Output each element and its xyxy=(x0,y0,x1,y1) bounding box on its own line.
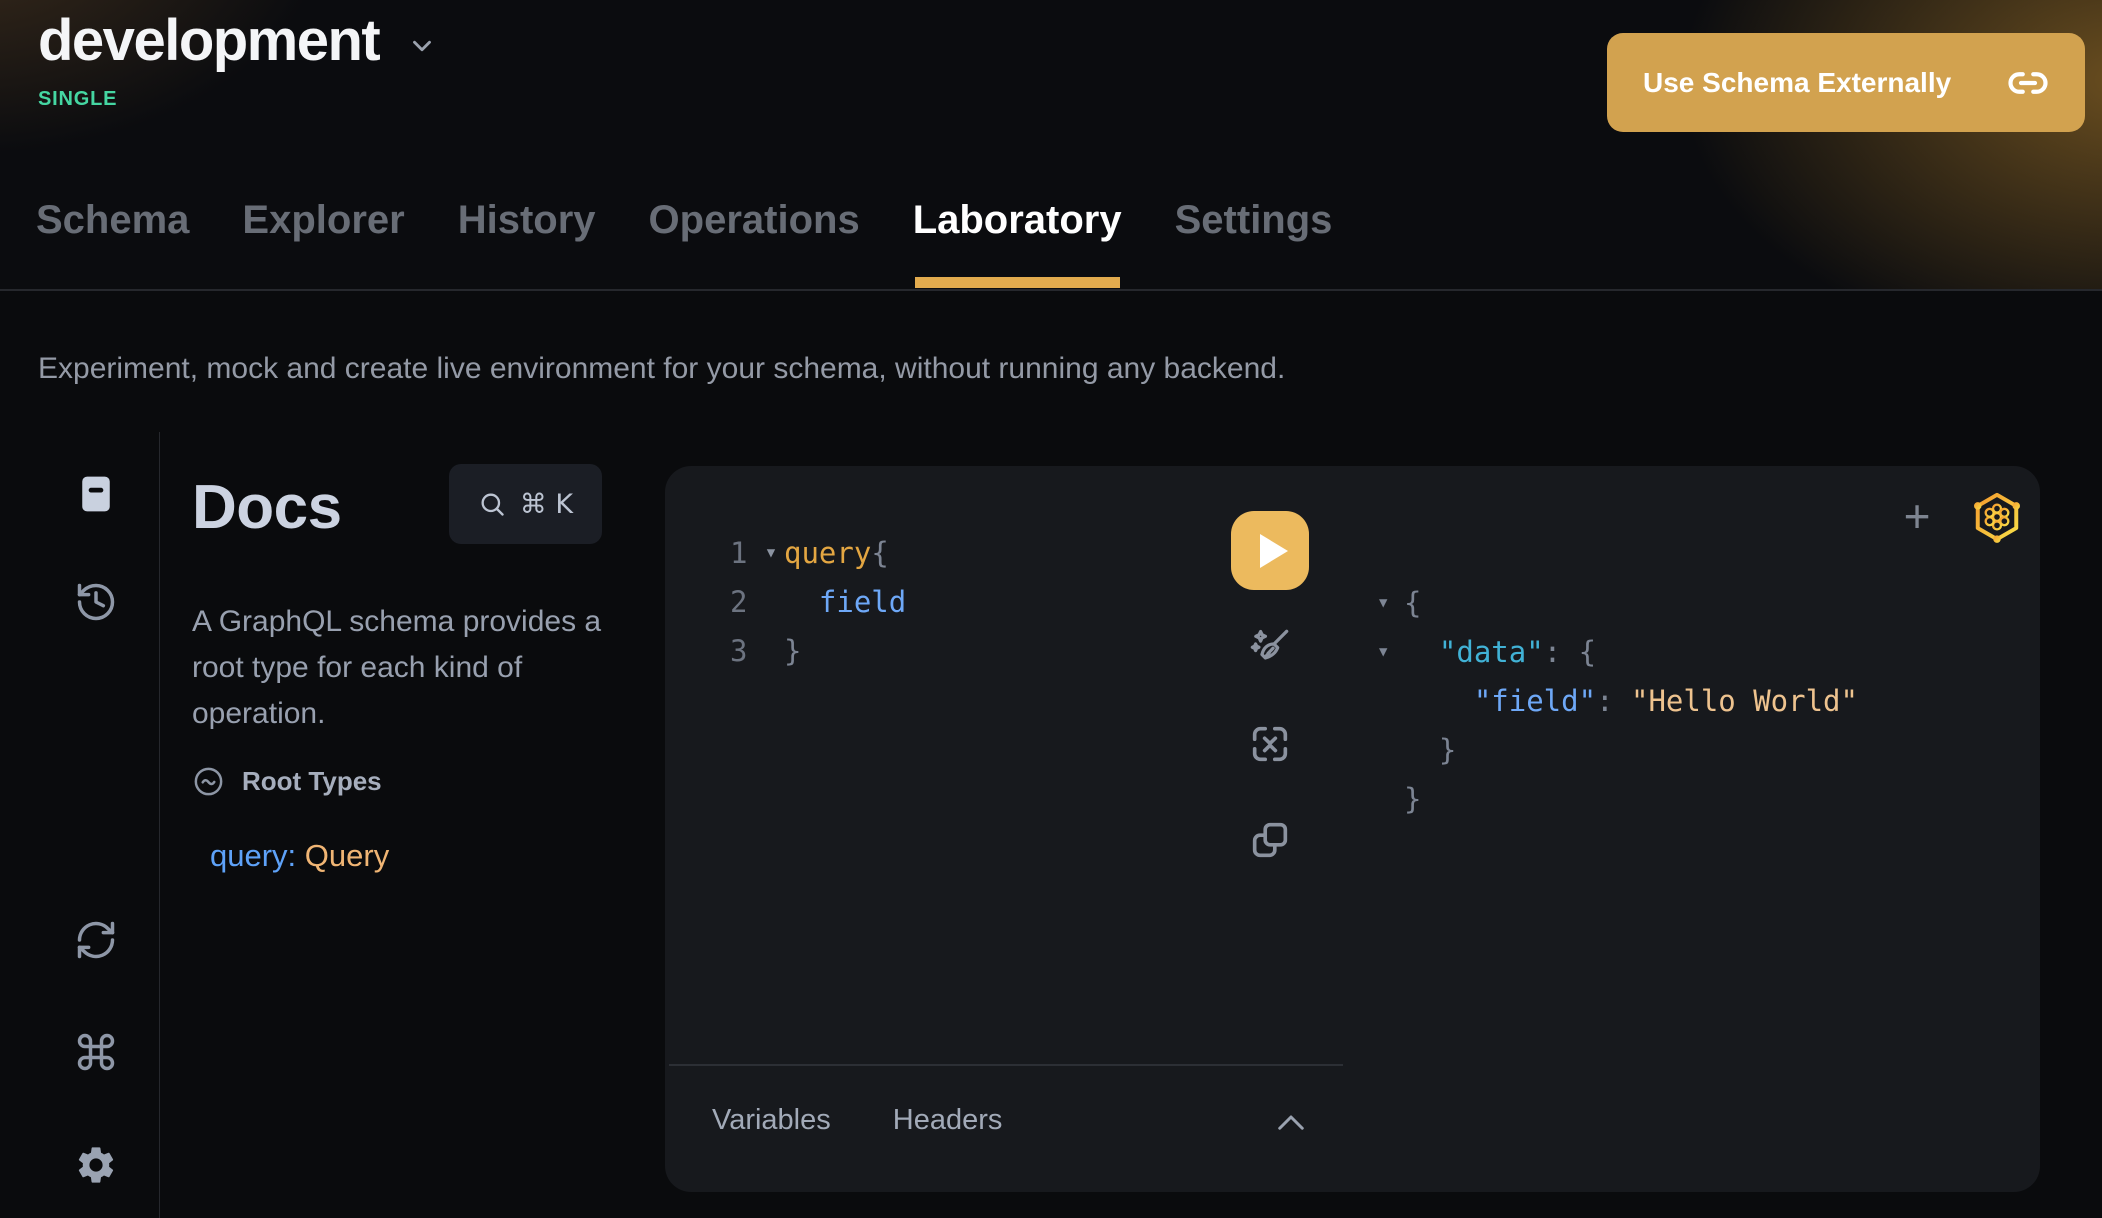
code-token: "Hello World" xyxy=(1631,684,1858,718)
history-icon[interactable] xyxy=(72,578,120,626)
code-token xyxy=(1404,684,1474,718)
use-schema-externally-button[interactable]: Use Schema Externally xyxy=(1607,33,2085,132)
link-icon xyxy=(2007,62,2049,104)
response-line: ▼ "data": { xyxy=(1379,628,1858,677)
docs-search-button[interactable]: ⌘ K xyxy=(449,464,602,544)
chevron-down-icon[interactable] xyxy=(407,31,437,61)
prettify-icon xyxy=(1247,625,1293,671)
line-number: 3 xyxy=(730,627,758,676)
variables-tab[interactable]: Variables xyxy=(712,1104,831,1137)
root-types-icon xyxy=(192,765,225,798)
collapse-footer-button[interactable] xyxy=(1271,1108,1311,1138)
line-number: 1 xyxy=(730,529,758,578)
code-token: query xyxy=(784,536,871,570)
tab-explorer[interactable]: Explorer xyxy=(242,196,404,244)
headers-tab[interactable]: Headers xyxy=(893,1104,1003,1137)
root-types-section: Root Types xyxy=(192,765,382,798)
editor-footer-tabs: Variables Headers xyxy=(712,1104,1002,1137)
tab-history[interactable]: History xyxy=(458,196,596,244)
merge-fragments-button[interactable] xyxy=(1246,720,1294,768)
code-token: { xyxy=(871,536,888,570)
response-line: ▼ { xyxy=(1379,579,1858,628)
gear-icon[interactable] xyxy=(72,1141,120,1189)
response-line: } xyxy=(1379,726,1858,775)
query-editor[interactable]: 1 ▼ query{ 2 field 3 } xyxy=(730,529,906,676)
response-line: "field": "Hello World" xyxy=(1379,677,1858,726)
response-viewer: ▼ { ▼ "data": { "field": "Hello World" }… xyxy=(1379,579,1858,824)
root-type-separator: : xyxy=(288,838,305,873)
tab-schema[interactable]: Schema xyxy=(36,196,189,244)
code-token: "data" xyxy=(1439,635,1544,669)
fold-arrow-icon[interactable]: ▼ xyxy=(1379,579,1404,628)
add-tab-button[interactable]: + xyxy=(1893,492,1941,540)
laboratory-page: development SINGLE Use Schema Externally… xyxy=(0,0,2102,1218)
code-token: { xyxy=(1404,586,1421,620)
target-type-badge: SINGLE xyxy=(38,88,117,111)
play-icon xyxy=(1260,534,1288,568)
page-subtitle: Experiment, mock and create live environ… xyxy=(38,352,1285,386)
tab-settings[interactable]: Settings xyxy=(1175,196,1333,244)
search-icon xyxy=(478,490,506,518)
editor-footer-divider xyxy=(669,1064,1343,1066)
editor-line[interactable]: 2 field xyxy=(730,578,906,627)
command-shortcuts-icon[interactable] xyxy=(72,1028,120,1076)
docs-icon[interactable] xyxy=(72,470,120,518)
tab-laboratory[interactable]: Laboratory xyxy=(913,196,1122,244)
code-token xyxy=(1404,635,1439,669)
editor-line[interactable]: 3 } xyxy=(730,627,906,676)
execute-query-button[interactable] xyxy=(1231,511,1309,590)
code-token: : xyxy=(1544,635,1579,669)
code-token: } xyxy=(784,634,801,668)
search-shortcut-label: ⌘ K xyxy=(520,489,573,520)
root-types-label: Root Types xyxy=(242,766,382,797)
target-selector[interactable]: development xyxy=(38,8,437,74)
line-number: 2 xyxy=(730,578,758,627)
root-type-field-name[interactable]: query xyxy=(210,838,288,873)
copy-icon xyxy=(1247,817,1293,863)
merge-icon xyxy=(1247,721,1293,767)
docs-panel-title: Docs xyxy=(192,472,342,543)
page-header: development SINGLE Use Schema Externally… xyxy=(0,0,2102,291)
use-schema-externally-label: Use Schema Externally xyxy=(1643,67,1951,99)
fold-arrow-icon[interactable]: ▼ xyxy=(758,529,784,578)
prettify-button[interactable] xyxy=(1246,624,1294,672)
header-tabs: Schema Explorer History Operations Labor… xyxy=(36,196,1332,244)
root-type-type-name[interactable]: Query xyxy=(305,838,389,873)
code-token: } xyxy=(1404,733,1456,767)
root-type-query-link[interactable]: query: Query xyxy=(210,838,389,874)
page-title: development xyxy=(38,8,379,74)
code-token: { xyxy=(1579,635,1596,669)
code-token: field xyxy=(784,585,906,619)
code-token: : xyxy=(1596,684,1631,718)
response-line: } xyxy=(1379,775,1858,824)
chevron-up-icon xyxy=(1276,1113,1306,1131)
hive-logo-icon[interactable] xyxy=(1969,489,2025,545)
copy-query-button[interactable] xyxy=(1246,816,1294,864)
code-token: "field" xyxy=(1474,684,1596,718)
reload-schema-icon[interactable] xyxy=(72,916,120,964)
editor-line[interactable]: 1 ▼ query{ xyxy=(730,529,906,578)
docs-description: A GraphQL schema provides a root type fo… xyxy=(192,599,617,737)
laboratory-editor-panel: 1 ▼ query{ 2 field 3 } xyxy=(665,466,2040,1192)
code-token: } xyxy=(1404,782,1421,816)
rail-divider xyxy=(159,432,160,1218)
tab-operations[interactable]: Operations xyxy=(649,196,860,244)
fold-arrow-icon[interactable]: ▼ xyxy=(1379,628,1404,677)
